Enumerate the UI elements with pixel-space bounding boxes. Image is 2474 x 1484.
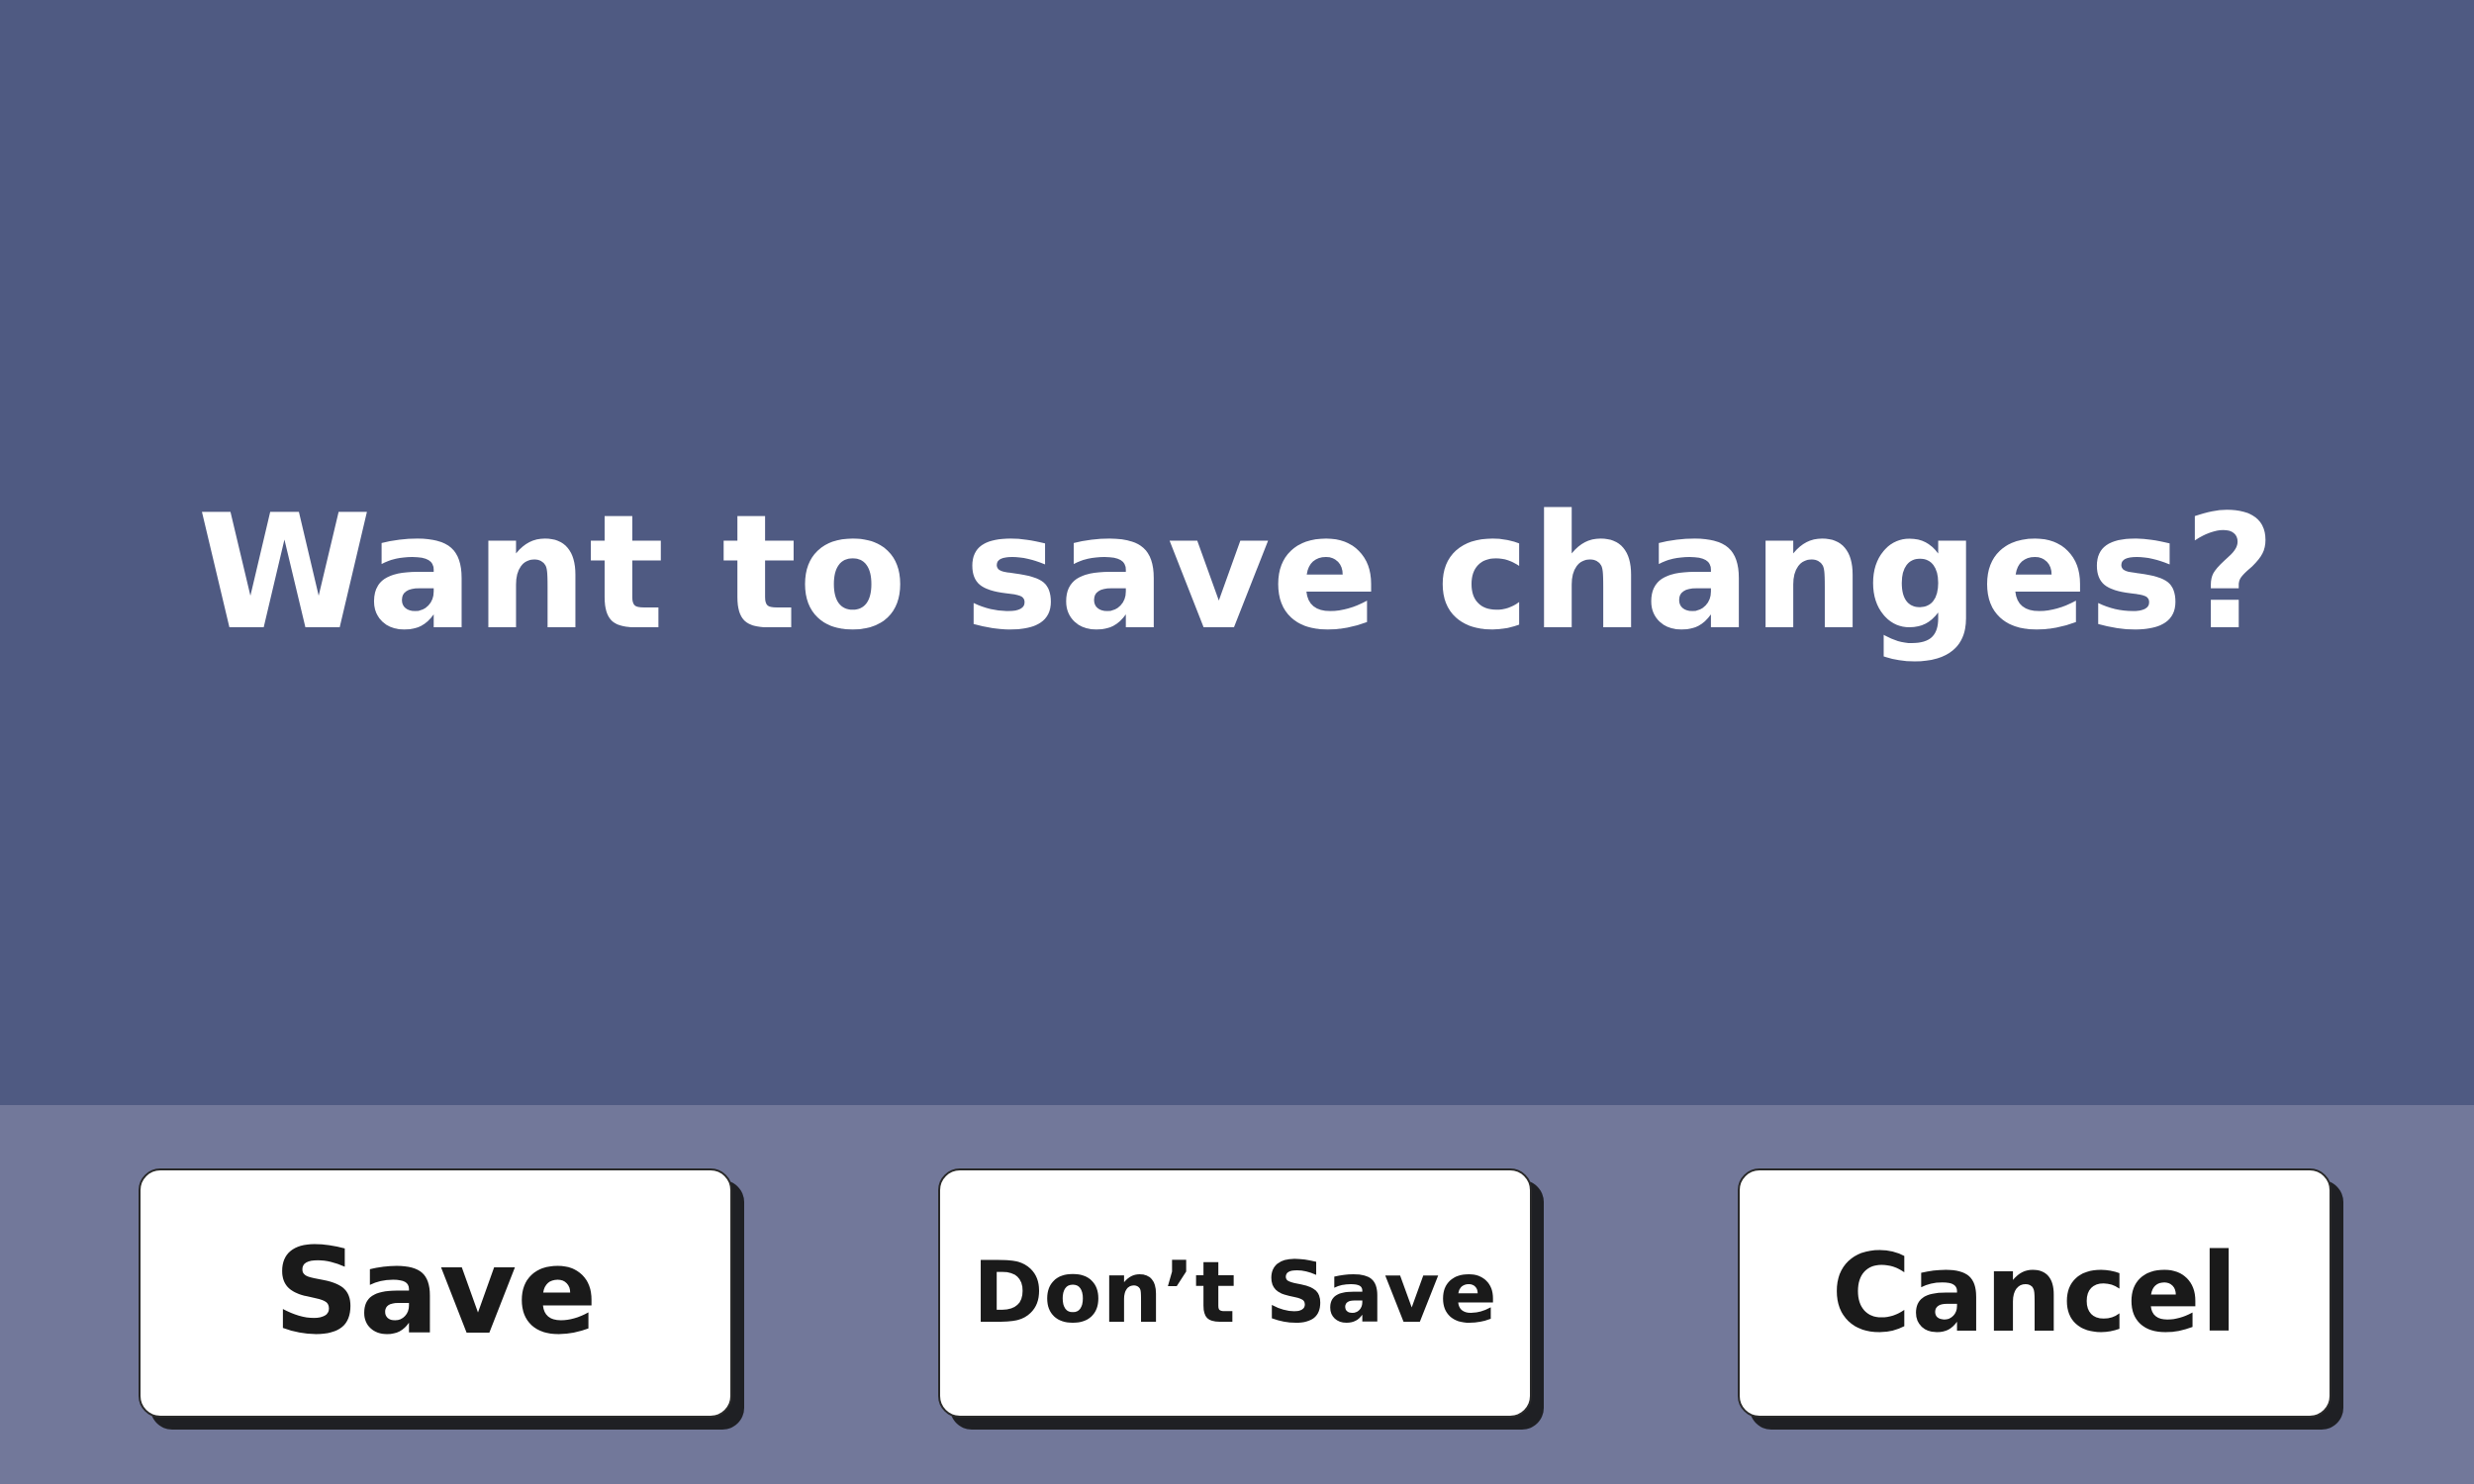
save-button-label: Save: [273, 1224, 598, 1361]
button-bar: Save Don’t Save Cancel: [0, 1105, 2474, 1484]
message-panel: Want to save changes?: [0, 0, 2474, 1105]
dont-save-button-label: Don’t Save: [973, 1244, 1497, 1343]
dialog-message: Want to save changes?: [197, 479, 2277, 665]
cancel-button-label: Cancel: [1831, 1230, 2238, 1356]
save-changes-dialog: Want to save changes? Save Don’t Save Ca…: [0, 0, 2474, 1484]
dont-save-button[interactable]: Don’t Save: [938, 1168, 1532, 1418]
cancel-button[interactable]: Cancel: [1738, 1168, 2331, 1418]
save-button[interactable]: Save: [139, 1168, 732, 1418]
